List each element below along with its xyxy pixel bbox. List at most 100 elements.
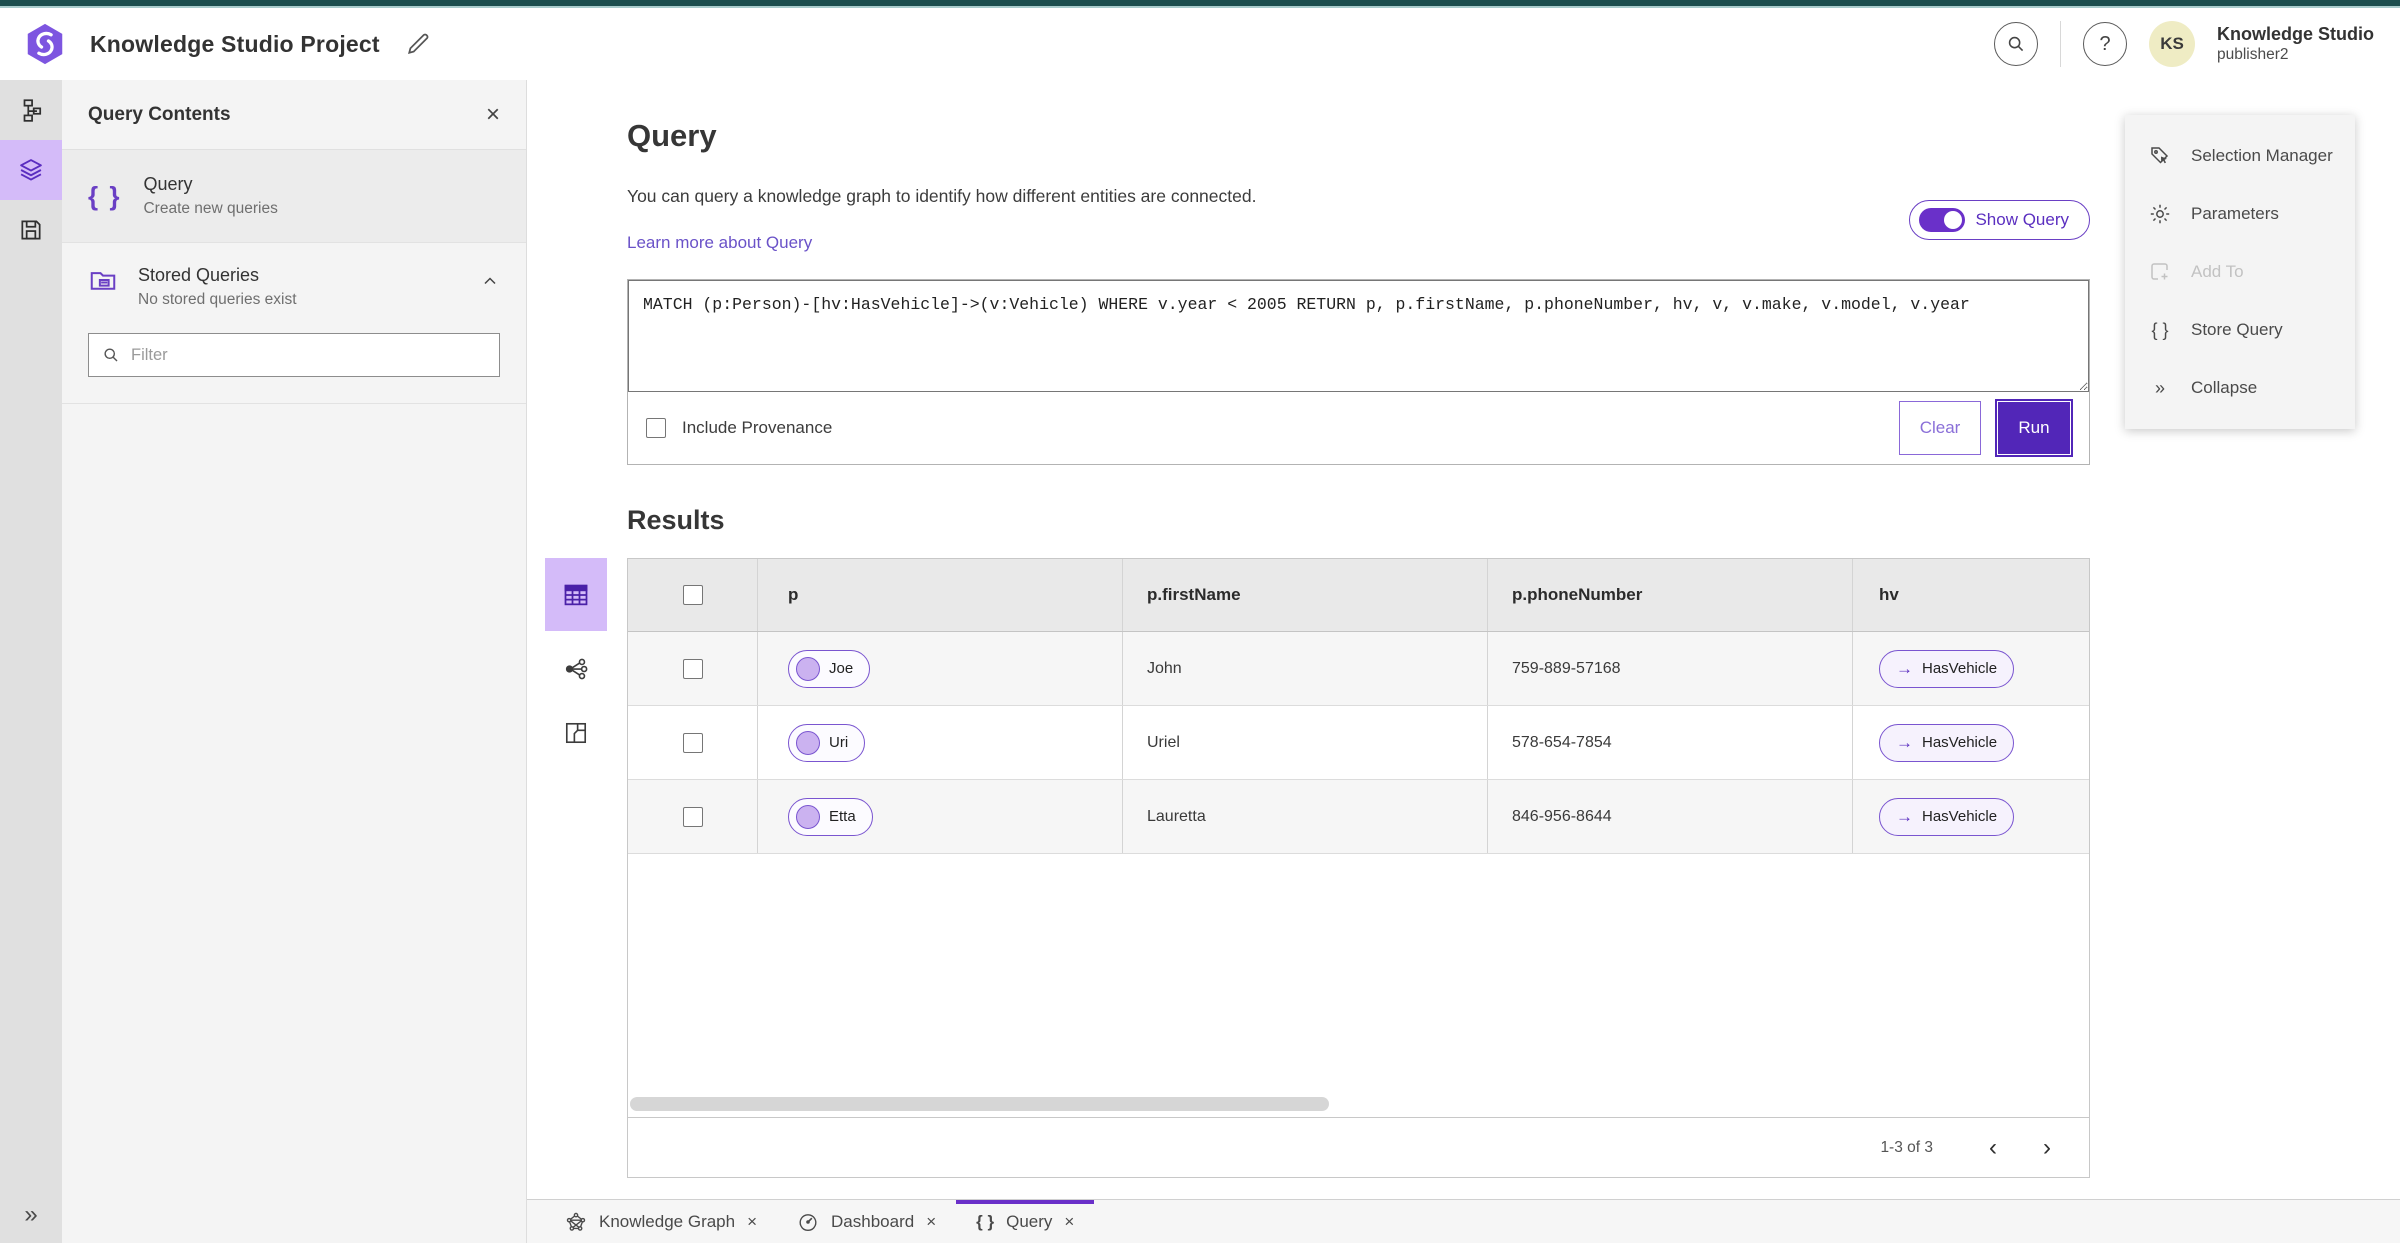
column-header-hv[interactable]: hv (1853, 559, 2089, 631)
rail-item-model[interactable] (0, 80, 62, 140)
chevron-right-icon: › (2043, 1133, 2051, 1161)
help-button[interactable]: ? (2083, 22, 2127, 66)
scrollbar-thumb[interactable] (630, 1097, 1330, 1111)
collapse-button[interactable]: » Collapse (2125, 359, 2355, 417)
edge-chip[interactable]: → HasVehicle (1879, 723, 2015, 762)
table-empty-area (628, 854, 2089, 1117)
select-all-checkbox[interactable] (682, 585, 703, 605)
tab-query[interactable]: { } Query × (956, 1200, 1094, 1243)
rail-item-save[interactable] (0, 200, 62, 260)
node-chip-label: Uri (829, 734, 849, 751)
node-chip-label: Etta (829, 808, 856, 825)
store-query-button[interactable]: { } Store Query (2125, 301, 2355, 359)
braces-icon: { } (976, 1211, 995, 1231)
column-header-phonenumber[interactable]: p.phoneNumber (1488, 559, 1853, 631)
stored-queries-text: Stored Queries No stored queries exist (138, 265, 460, 309)
column-header-firstname[interactable]: p.firstName (1123, 559, 1488, 631)
query-actions-panel: Selection Manager Parameters Add To {} … (2125, 115, 2355, 429)
action-label: Add To (2191, 262, 2244, 281)
tab-label: Query (1006, 1211, 1053, 1231)
include-provenance-checkbox[interactable] (646, 418, 666, 438)
node-chip[interactable]: Etta (788, 797, 873, 836)
close-icon: × (485, 100, 500, 128)
row-checkbox[interactable] (682, 658, 703, 679)
results-view-switcher (545, 558, 607, 1178)
previous-page-button[interactable]: ‹ (1973, 1128, 2013, 1168)
rail-item-layers[interactable] (0, 140, 62, 200)
cell-firstname: Uriel (1123, 706, 1488, 779)
graph-view-button[interactable] (545, 643, 607, 695)
pencil-icon (404, 30, 432, 58)
search-button[interactable] (1994, 22, 2038, 66)
app-header: Knowledge Studio Project ? KS Knowledge … (0, 8, 2400, 80)
run-button[interactable]: Run (1995, 399, 2073, 457)
tab-label: Dashboard (831, 1211, 915, 1231)
table-row[interactable]: Joe John 759-889-57168 → HasVehicle (628, 632, 2089, 706)
stored-queries-description: No stored queries exist (138, 291, 297, 308)
pagination-label: 1-3 of 3 (1880, 1138, 1933, 1156)
toggle-switch-on[interactable] (1919, 207, 1966, 232)
edge-chip-label: HasVehicle (1922, 734, 1998, 751)
user-name: Knowledge Studio (2217, 23, 2374, 44)
selection-manager-button[interactable]: Selection Manager (2125, 127, 2355, 185)
query-contents-panel: Query Contents × { } Query Create new qu… (62, 80, 527, 1243)
node-chip[interactable]: Uri (788, 723, 866, 762)
learn-more-link[interactable]: Learn more about Query (627, 233, 812, 253)
stored-queries-label: Stored Queries (138, 265, 260, 285)
table-row[interactable]: Uri Uriel 578-654-7854 → HasVehicle (628, 706, 2089, 780)
help-icon: ? (2099, 32, 2111, 55)
table-view-button[interactable] (545, 558, 607, 631)
table-row[interactable]: Etta Lauretta 846-956-8644 → HasVehicle (628, 780, 2089, 854)
rail-expand-button[interactable]: » (0, 1201, 62, 1229)
cell-phonenumber: 846-956-8644 (1488, 780, 1853, 853)
next-page-button[interactable]: › (2027, 1128, 2067, 1168)
panel-item-query[interactable]: { } Query Create new queries (62, 150, 526, 243)
show-query-toggle[interactable]: Show Query (1909, 199, 2090, 240)
action-label: Collapse (2191, 378, 2258, 397)
icon-rail: » (0, 80, 62, 1243)
tab-knowledge-graph[interactable]: Knowledge Graph × (545, 1200, 777, 1243)
chart-view-button[interactable] (545, 707, 607, 759)
row-checkbox[interactable] (682, 806, 703, 827)
column-header-p[interactable]: p (758, 559, 1123, 631)
table-header-row: p p.firstName p.phoneNumber hv (628, 559, 2089, 632)
panel-item-text: Query Create new queries (143, 174, 277, 218)
close-icon[interactable]: × (1064, 1212, 1074, 1232)
avatar[interactable]: KS (2149, 21, 2195, 67)
edge-chip[interactable]: → HasVehicle (1879, 649, 2015, 688)
page-description: You can query a knowledge graph to ident… (627, 186, 1257, 206)
tab-dashboard[interactable]: Dashboard × (777, 1200, 956, 1243)
collapse-chevrons-icon: » (2154, 377, 2165, 398)
close-icon[interactable]: × (747, 1212, 757, 1232)
app-screen: Knowledge Studio Project ? KS Knowledge … (0, 0, 2400, 1243)
close-icon[interactable]: × (926, 1212, 936, 1232)
save-icon (18, 217, 44, 243)
app-logo-icon (22, 21, 68, 67)
header-divider (2060, 21, 2061, 67)
node-chip[interactable]: Joe (788, 649, 871, 688)
show-query-label: Show Query (1975, 209, 2069, 229)
panel-close-button[interactable]: × (486, 101, 500, 129)
cell-firstname: John (1123, 632, 1488, 705)
filter-input[interactable] (131, 345, 487, 365)
edge-chip[interactable]: → HasVehicle (1879, 797, 2015, 836)
parameters-button[interactable]: Parameters (2125, 185, 2355, 243)
row-checkbox[interactable] (682, 732, 703, 753)
stored-queries-header[interactable]: Stored Queries No stored queries exist (88, 265, 500, 309)
results-table: p p.firstName p.phoneNumber hv Joe John … (627, 558, 2090, 1178)
braces-icon: { } (2151, 319, 2169, 340)
node-dot-icon (796, 656, 820, 681)
add-to-icon (2147, 260, 2173, 284)
chevron-up-icon[interactable] (480, 271, 500, 291)
clear-button[interactable]: Clear (1899, 401, 1981, 455)
query-textarea[interactable]: MATCH (p:Person)-[hv:HasVehicle]->(v:Veh… (628, 280, 2089, 392)
search-icon (101, 345, 121, 365)
node-dot-icon (796, 730, 820, 755)
arrow-right-icon: → (1896, 732, 1913, 752)
add-to-button: Add To (2125, 243, 2355, 301)
cell-firstname: Lauretta (1123, 780, 1488, 853)
node-chip-label: Joe (829, 660, 854, 677)
edit-title-button[interactable] (404, 29, 432, 59)
knowledge-graph-icon (565, 1211, 587, 1233)
page-title: Query (627, 118, 717, 153)
